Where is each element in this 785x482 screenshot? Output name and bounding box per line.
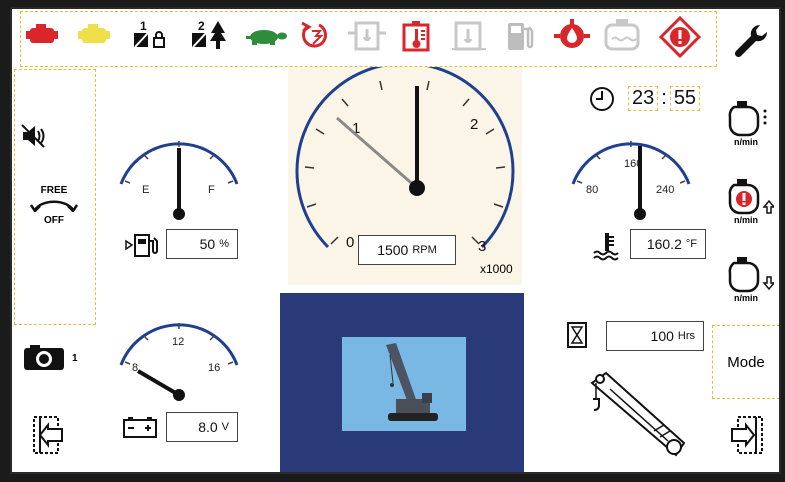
hours-value: 100 <box>650 328 674 344</box>
clock-hours[interactable]: 23 <box>628 85 659 111</box>
free-off-toggle[interactable]: FREE OFF <box>20 185 88 226</box>
battery-tick-8: 8 <box>132 362 138 374</box>
hours-unit: Hrs <box>677 330 695 342</box>
rpm-tick-3: 3 <box>478 238 486 255</box>
hydraulic-level-grey-icon <box>452 19 486 58</box>
rpm-unit: RPM <box>412 244 437 256</box>
free-label: FREE <box>40 185 68 196</box>
camera-icon <box>24 345 64 370</box>
fuel-f-label: F <box>208 184 215 196</box>
temp-unit: °F <box>685 238 697 250</box>
clock-separator: : <box>661 86 667 109</box>
battery-value: 8.0 <box>198 419 218 435</box>
engine-restart-icon <box>298 19 334 56</box>
engine-oil-red-icon <box>26 23 60 52</box>
fuel-icon <box>124 231 160 264</box>
winch-1-lock-icon: 1 <box>130 17 174 58</box>
clock-display[interactable]: 23 : 55 <box>628 83 716 113</box>
camera-view[interactable] <box>280 293 524 472</box>
settings-wrench-button[interactable] <box>720 13 779 69</box>
coolant-temp-readout: 160.2 °F <box>630 229 706 259</box>
rpm-multiplier: x1000 <box>480 262 513 276</box>
hydraulic-filter-grey-icon <box>348 19 388 58</box>
svg-text:2: 2 <box>198 19 205 33</box>
display-screen: 1 2 FREE OFF 1 E F 50 % 8 12 16 8.0 V 0 … <box>10 7 781 474</box>
temp-tick-240: 240 <box>656 184 674 196</box>
battery-needle <box>136 369 181 397</box>
battery-icon <box>122 415 158 444</box>
winch-1-label: 1 <box>140 19 147 33</box>
fuel-unit: % <box>219 238 229 250</box>
hourglass-icon <box>566 321 588 354</box>
rpm-decrease-button[interactable]: n/min <box>720 253 779 313</box>
battery-readout: 8.0 V <box>166 412 238 442</box>
crane-arm-icon <box>584 369 694 468</box>
camera-image <box>342 337 466 431</box>
fuel-readout: 50% <box>166 229 238 259</box>
battery-unit: V <box>221 421 229 433</box>
engine-hours-readout: 100 Hrs <box>606 321 704 351</box>
coolant-temp-icon <box>592 231 622 266</box>
clock-icon <box>588 85 616 118</box>
battery-tick-12: 12 <box>172 336 184 348</box>
coolant-temp-gauge: 80 160 240 <box>571 141 691 220</box>
exit-right-button[interactable] <box>726 413 766 462</box>
engine-oil-yellow-icon <box>78 23 112 52</box>
coolant-level-grey-icon <box>602 17 642 60</box>
exit-left-button[interactable] <box>30 413 70 462</box>
temp-tick-80: 80 <box>586 184 598 196</box>
rpm-up-label: n/min <box>734 215 758 225</box>
crane-machine-icon <box>386 343 438 421</box>
winch-2-tree-icon: 2 <box>188 17 232 58</box>
speaker-mute-icon <box>21 124 45 148</box>
hydraulic-temp-red-icon <box>400 19 434 58</box>
fuel-value: 50 <box>199 236 216 252</box>
camera-button[interactable]: 1 <box>22 343 78 371</box>
clock-minutes[interactable]: 55 <box>669 85 701 111</box>
battery-tick-16: 16 <box>208 362 220 374</box>
rpm-down-label: n/min <box>734 293 758 303</box>
mute-button[interactable] <box>20 123 48 154</box>
warning-diamond-icon <box>658 15 702 64</box>
battery-gauge: 8 12 16 <box>119 323 239 401</box>
exit-right-icon <box>731 416 763 454</box>
rpm-tick-0: 0 <box>346 234 354 251</box>
mode-button[interactable]: Mode <box>712 325 779 399</box>
rotate-arrow-icon <box>29 200 79 213</box>
temp-value: 160.2 <box>646 236 682 252</box>
exit-left-icon <box>33 416 63 454</box>
off-label: OFF <box>44 215 64 226</box>
rpm-readout: 1500 RPM <box>358 235 456 265</box>
rpm-mode-1-label: n/min <box>734 137 758 147</box>
rpm-value: 1500 <box>377 242 409 258</box>
fuel-e-label: E <box>142 184 149 196</box>
wrench-icon <box>734 24 768 58</box>
mode-label: Mode <box>727 353 765 371</box>
camera-number: 1 <box>72 353 78 364</box>
rpm-increase-button[interactable]: n/min <box>720 175 779 235</box>
fuel-gauge: E F <box>119 141 239 220</box>
fuel-pump-grey-icon <box>504 19 534 58</box>
turtle-slow-mode-icon <box>244 27 290 52</box>
oil-pressure-red-icon <box>550 19 594 58</box>
rpm-mode-1-button[interactable]: n/min <box>720 97 779 153</box>
rpm-tick-2: 2 <box>470 116 478 133</box>
